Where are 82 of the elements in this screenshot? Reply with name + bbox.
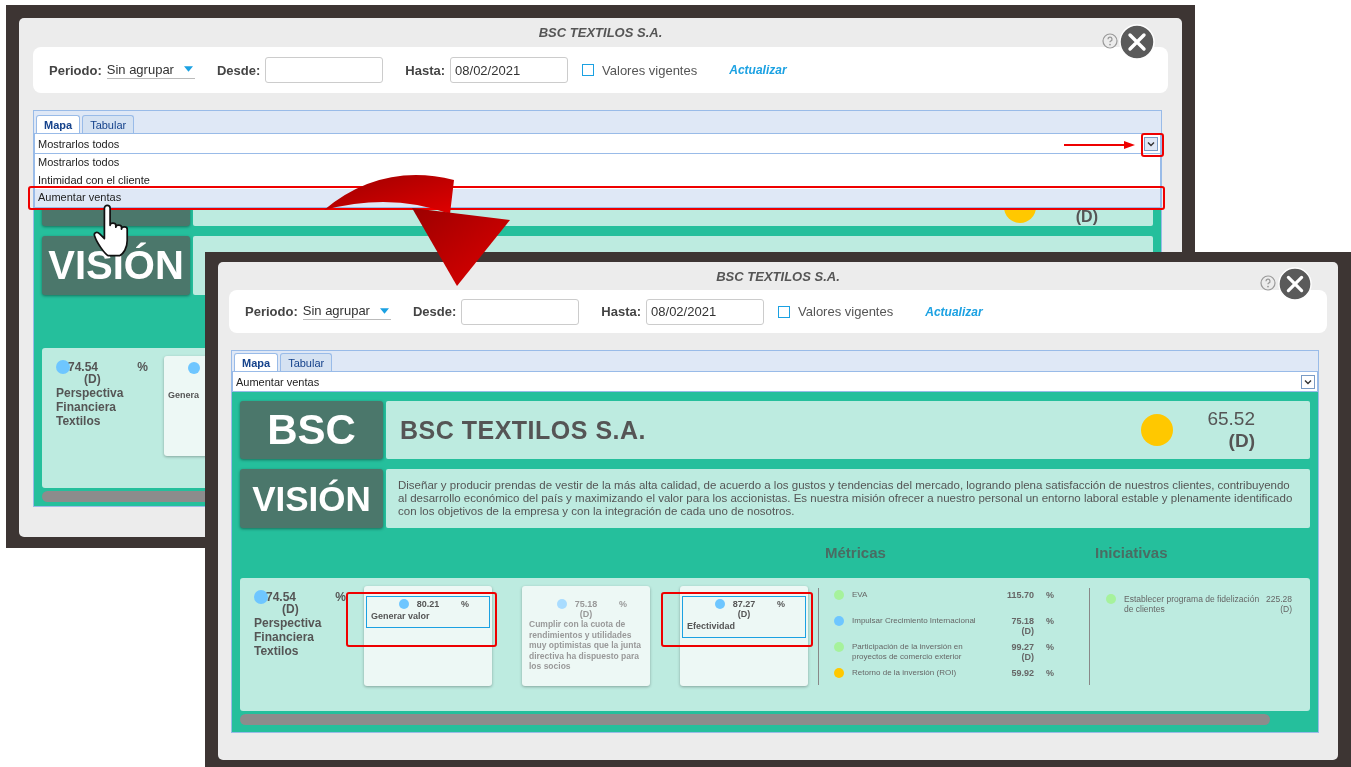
from-date-field[interactable]: [265, 57, 384, 83]
unit-label: %: [335, 590, 346, 604]
objective-title: Genera: [168, 390, 200, 400]
initiative-value: 225.28: [1266, 594, 1292, 604]
objective-value: 75.18: [574, 599, 598, 609]
tab[interactable]: Mapa: [36, 115, 81, 133]
objective-value: 87.27: [732, 599, 756, 609]
organization-name: BSC TEXTILOS S.A.: [400, 415, 647, 445]
metric-value: 99.27: [1011, 642, 1034, 652]
objective-card[interactable]: 80.21 % Generar valor: [364, 586, 492, 686]
dropdown-option[interactable]: Aumentar ventas: [35, 189, 1160, 207]
metric-value: 115.70: [1006, 590, 1034, 600]
value-note: (D): [1280, 604, 1292, 614]
score-note: (D): [1075, 209, 1098, 225]
from-label: Desde:: [412, 304, 457, 319]
from-label: Desde:: [216, 62, 261, 78]
value-note: (D): [282, 602, 300, 616]
objective-value: 80.21: [416, 599, 440, 609]
dropdown-option[interactable]: Intimidad con el cliente: [35, 171, 1160, 189]
window-title: BSC TEXTILOS S.A.: [716, 268, 840, 284]
unit-label: %: [1046, 590, 1054, 600]
vision-label: VISIÓN: [42, 236, 190, 295]
value-note: (D): [579, 609, 593, 619]
unit-label: %: [461, 599, 469, 609]
period-label: Periodo:: [49, 62, 102, 78]
perspective-name: Perspectiva Financiera Textilos: [56, 386, 125, 428]
dropdown-option[interactable]: Mostrarlos todos: [35, 154, 1160, 172]
initiatives-heading: Iniciativas: [1095, 544, 1168, 561]
metric-value: 59.92: [1011, 668, 1034, 678]
period-select[interactable]: Sin agrupar: [302, 303, 391, 320]
to-date-field[interactable]: 08/02/2021: [450, 57, 569, 83]
help-icon[interactable]: [1260, 275, 1276, 291]
caret-icon: [379, 307, 389, 314]
objective-select[interactable]: Aumentar ventas: [232, 371, 1318, 392]
vision-label: VISIÓN: [240, 469, 383, 528]
caret-icon: [183, 66, 193, 72]
period-label: Periodo:: [245, 304, 298, 319]
tab[interactable]: Tabular: [82, 115, 135, 133]
metric-name[interactable]: EVA: [852, 590, 978, 600]
metric-name[interactable]: Retorno de la inversión (ROI): [852, 668, 978, 678]
checkbox[interactable]: [778, 305, 791, 318]
metrics-heading: Métricas: [825, 544, 886, 561]
highlight-frame: [1141, 133, 1164, 157]
metric-name[interactable]: Participación de la inversión en proyectos de comercio exterior: [852, 642, 978, 662]
metric-value: 75.18: [1011, 616, 1034, 626]
window-title: BSC TEXTILOS S.A.: [538, 25, 663, 40]
initiative-name[interactable]: Establecer programa de fidelización de clientes: [1124, 594, 1264, 614]
scrollbar[interactable]: [240, 714, 1270, 725]
score-note: (D): [1228, 430, 1255, 452]
pointer-arrow: [1064, 140, 1136, 150]
to-date-field[interactable]: 08/02/2021: [646, 298, 765, 325]
period-select[interactable]: Sin agrupar: [106, 61, 195, 79]
perspective-name: Perspectiva Financiera Textilos: [254, 616, 323, 658]
score-value: 65.52: [1207, 408, 1255, 430]
metric-name[interactable]: Impulsar Crecimiento Internacional: [852, 616, 978, 626]
objective-title: Efectividad: [687, 621, 736, 631]
current-values-label: Valores vigentes: [798, 304, 894, 319]
unit-label: %: [619, 599, 627, 609]
tab[interactable]: Mapa: [234, 353, 279, 371]
to-label: Hasta:: [601, 304, 642, 319]
current-values-label: Valores vigentes: [602, 62, 698, 78]
unit-label: %: [137, 360, 148, 374]
help-icon[interactable]: [1102, 33, 1118, 49]
perspective-value: 74.54: [68, 360, 99, 374]
logo-label: BSC: [240, 401, 383, 459]
value-note: (D): [737, 609, 751, 619]
objective-description: Cumplir con la cuota de rendimientos y utilidades muy optimistas que la junta directiva ha dispuesto para los socios: [529, 619, 642, 672]
value-note: (D): [1021, 626, 1034, 636]
vision-text: Diseñar y producir prendas de vestir de la más alta calidad, de acuerdo a los gustos y tendencias del mercado, logrando plena satisfacción de nuestros clientes, contribuyendo al desarrollo económico del país y maximizando el valor para los accionistas. Es nuestra misión ofrecer a nuestro personal un entorno laboral estable y plenamente identificado con los objetivos de la empresa y con la integración de cada uno de nosotros.: [386, 469, 1310, 528]
unit-label: %: [777, 599, 785, 609]
objective-card[interactable]: 87.27 (D) % Efectividad: [680, 586, 808, 686]
unit-label: %: [1046, 668, 1054, 678]
value-note: (D): [84, 372, 102, 386]
value-note: (D): [1021, 652, 1034, 662]
unit-label: %: [1046, 616, 1054, 626]
from-date-field[interactable]: [461, 298, 580, 325]
perspective-value: 74.54: [266, 590, 297, 604]
checkbox[interactable]: [582, 64, 595, 76]
tab[interactable]: Tabular: [280, 353, 333, 371]
unit-label: %: [1046, 642, 1054, 652]
objective-title: Generar valor: [371, 611, 431, 621]
to-label: Hasta:: [405, 62, 446, 78]
